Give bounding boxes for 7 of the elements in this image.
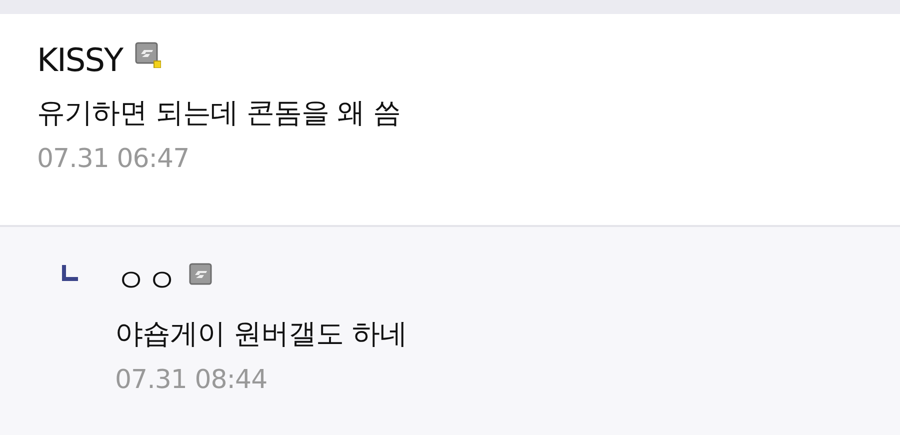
nickname: ㅇㅇ	[115, 260, 177, 301]
timestamp: 07.31 06:47	[37, 144, 190, 174]
comment-text: 유기하면 되는데 콘돔을 왜 씀	[37, 95, 401, 131]
reply-icon	[62, 265, 78, 281]
nickname: KISSY	[37, 41, 123, 79]
comment-text: 야숍게이 원버갤도 하네	[115, 316, 407, 352]
timestamp: 07.31 08:44	[115, 365, 268, 395]
